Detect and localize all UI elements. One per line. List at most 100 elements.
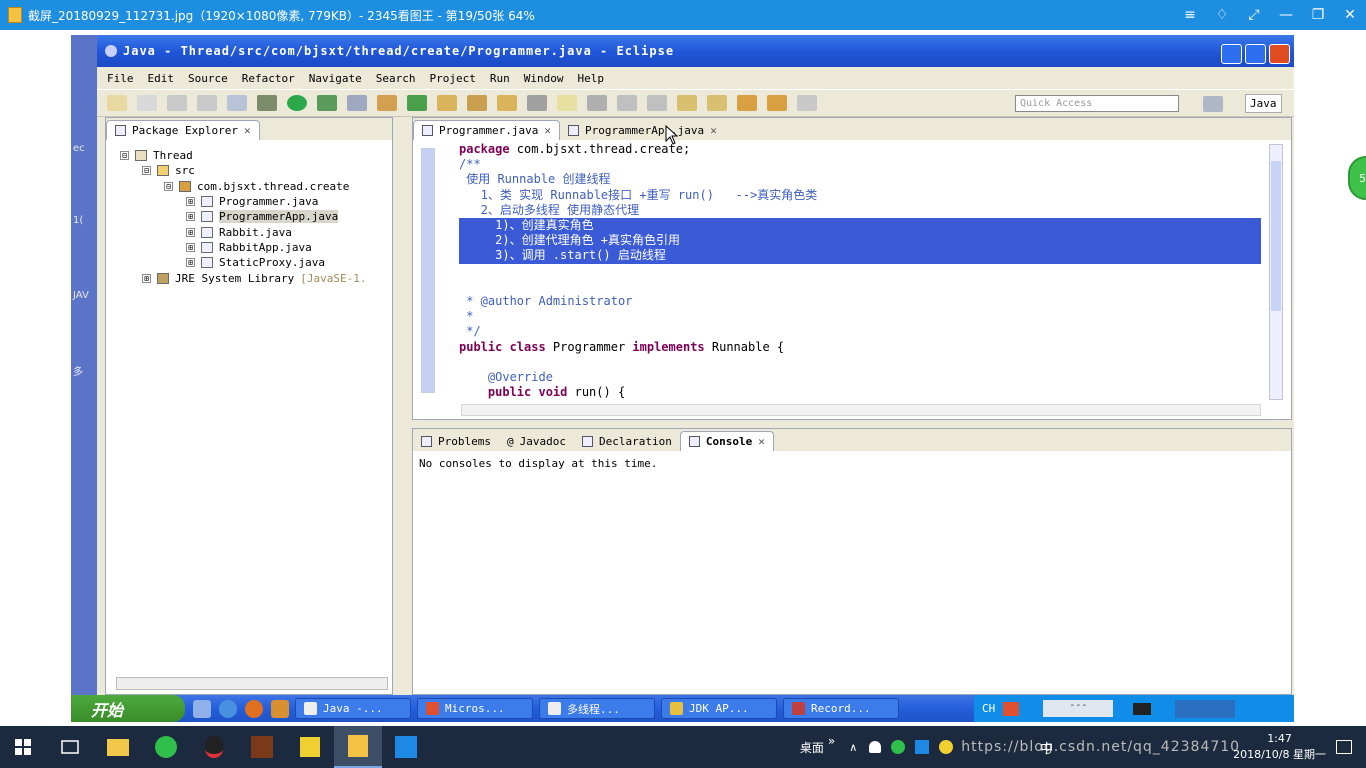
bell-icon[interactable] xyxy=(869,741,882,753)
block-select-icon[interactable] xyxy=(617,95,637,111)
menu-window[interactable]: Window xyxy=(524,72,564,85)
tree-item[interactable]: ⊞ ProgrammerApp.java xyxy=(106,209,392,224)
tray-app-icon[interactable] xyxy=(915,740,930,754)
task-jdk-api[interactable]: JDK AP... xyxy=(661,698,777,719)
eclipse-maximize-button[interactable] xyxy=(1245,44,1266,64)
open-type-icon[interactable] xyxy=(437,95,457,111)
collapse-icon[interactable]: ⊟ xyxy=(120,151,129,161)
image-viewer-taskbar-icon[interactable] xyxy=(334,726,382,768)
tab-programmer-java[interactable]: Programmer.java ✕ xyxy=(413,120,560,140)
open-perspective-icon[interactable] xyxy=(1203,96,1223,112)
tab-console[interactable]: Console ✕ xyxy=(679,431,774,451)
quick-access-input[interactable]: Quick Access xyxy=(1015,95,1179,112)
tree-item[interactable]: ⊞ StaticProxy.java xyxy=(106,255,392,270)
menu-project[interactable]: Project xyxy=(429,72,475,85)
new-icon[interactable] xyxy=(107,95,127,111)
prev-annotation-icon[interactable] xyxy=(707,95,727,111)
desktop-label[interactable]: 桌面 xyxy=(800,739,824,756)
save-icon[interactable] xyxy=(167,95,187,111)
ime-icon[interactable]: 中 xyxy=(1040,738,1053,757)
menu-navigate[interactable]: Navigate xyxy=(309,72,362,85)
run-icon[interactable] xyxy=(287,95,307,111)
back-icon[interactable] xyxy=(737,95,757,111)
help-app-icon[interactable] xyxy=(286,726,334,768)
tree-item[interactable]: ⊞ Rabbit.java xyxy=(106,224,392,239)
save-all-icon[interactable] xyxy=(197,95,217,111)
highlight-icon[interactable] xyxy=(557,95,577,111)
new-package-icon[interactable] xyxy=(377,95,397,111)
task-java[interactable]: Java -... xyxy=(295,698,411,719)
toggle-mark-icon[interactable] xyxy=(527,95,547,111)
vertical-scrollbar[interactable] xyxy=(1269,144,1283,400)
show-desktop-icon[interactable] xyxy=(193,699,211,718)
windows-start-button[interactable] xyxy=(0,726,46,768)
skip-breakpoints-icon[interactable] xyxy=(347,95,367,111)
file-explorer-icon[interactable] xyxy=(94,726,142,768)
paragraph-icon[interactable] xyxy=(647,95,667,111)
search-icon[interactable] xyxy=(467,95,487,111)
java-perspective-button[interactable]: Java xyxy=(1245,94,1282,113)
editor-text-area[interactable]: package com.bjsxt.thread.create;/** 使用 R… xyxy=(413,140,1291,420)
task-multithread[interactable]: 多线程... xyxy=(539,698,655,719)
news-app-icon[interactable] xyxy=(382,726,430,768)
expand-icon[interactable]: ⊞ xyxy=(186,197,195,207)
tray-browser-icon[interactable] xyxy=(891,740,906,754)
forward-icon[interactable] xyxy=(767,95,787,111)
tray-plus-icon[interactable] xyxy=(939,740,954,754)
close-icon[interactable]: ✕ xyxy=(244,124,251,137)
menu-run[interactable]: Run xyxy=(490,72,510,85)
clock[interactable]: 1:47 2018/10/8 星期一 xyxy=(1233,731,1326,763)
qq-icon[interactable] xyxy=(190,726,238,768)
network-icon[interactable] xyxy=(1133,702,1152,715)
close-icon[interactable]: ✕ xyxy=(544,124,551,137)
collapse-icon[interactable]: ⊟ xyxy=(164,181,173,191)
xp-start-button[interactable]: 开始 xyxy=(71,695,185,722)
menu-refactor[interactable]: Refactor xyxy=(242,72,295,85)
settings-icon[interactable] xyxy=(271,699,289,718)
expand-icon[interactable]: ⊞ xyxy=(186,212,195,222)
close-button[interactable]: ✕ xyxy=(1334,0,1366,30)
sogou-icon[interactable] xyxy=(1003,701,1020,716)
ie-icon[interactable] xyxy=(219,699,237,718)
ime-indicator[interactable]: CH xyxy=(982,702,995,715)
firefox-icon[interactable] xyxy=(245,699,263,718)
minimize-button[interactable]: — xyxy=(1270,0,1302,30)
scroll-thumb[interactable] xyxy=(1271,161,1281,311)
tree-item[interactable]: ⊟ Thread xyxy=(106,148,392,163)
tab-javadoc[interactable]: @ Javadoc xyxy=(499,432,574,451)
task-record[interactable]: Record... xyxy=(783,698,899,719)
menu-icon[interactable]: ≡ xyxy=(1174,0,1206,30)
expand-icon[interactable]: ⊞ xyxy=(186,227,195,237)
task-micros[interactable]: Micros... xyxy=(417,698,533,719)
new-dropdown-icon[interactable] xyxy=(137,95,157,111)
menu-help[interactable]: Help xyxy=(577,72,604,85)
tab-problems[interactable]: Problems xyxy=(413,432,499,451)
tree-item[interactable]: ⊞ Programmer.java xyxy=(106,194,392,209)
tab-declaration[interactable]: Declaration xyxy=(574,432,680,451)
eclipse-close-button[interactable] xyxy=(1269,44,1290,64)
expand-icon[interactable]: ⊞ xyxy=(186,242,195,252)
print-icon[interactable] xyxy=(227,95,247,111)
skin-icon[interactable]: ♢ xyxy=(1206,0,1238,30)
game-app-icon[interactable] xyxy=(238,726,286,768)
collapse-icon[interactable]: ⊟ xyxy=(142,166,151,176)
menu-edit[interactable]: Edit xyxy=(148,72,175,85)
expand-icon[interactable]: ⊞ xyxy=(142,273,151,283)
tree-item[interactable]: ⊟ com.bjsxt.thread.create xyxy=(106,179,392,194)
run-external-icon[interactable] xyxy=(317,95,337,111)
notification-icon[interactable] xyxy=(1336,740,1352,754)
close-icon[interactable]: ✕ xyxy=(758,435,765,448)
tree-item[interactable]: ⊞ RabbitApp.java xyxy=(106,240,392,255)
tab-package-explorer[interactable]: Package Explorer ✕ xyxy=(106,120,260,140)
menu-search[interactable]: Search xyxy=(376,72,416,85)
pin-icon[interactable] xyxy=(797,95,817,111)
task-view-icon[interactable] xyxy=(46,726,94,768)
tab-programmerapp-java[interactable]: ProgrammerApp.java ✕ xyxy=(560,121,725,140)
fullscreen-icon[interactable]: ⤢ xyxy=(1238,0,1270,30)
close-icon[interactable]: ✕ xyxy=(710,124,717,137)
maximize-button[interactable]: ❐ xyxy=(1302,0,1334,30)
new-class-icon[interactable] xyxy=(407,95,427,111)
eclipse-minimize-button[interactable] xyxy=(1221,44,1242,64)
menu-file[interactable]: File xyxy=(107,72,134,85)
expand-icon[interactable]: ⊞ xyxy=(186,258,195,268)
